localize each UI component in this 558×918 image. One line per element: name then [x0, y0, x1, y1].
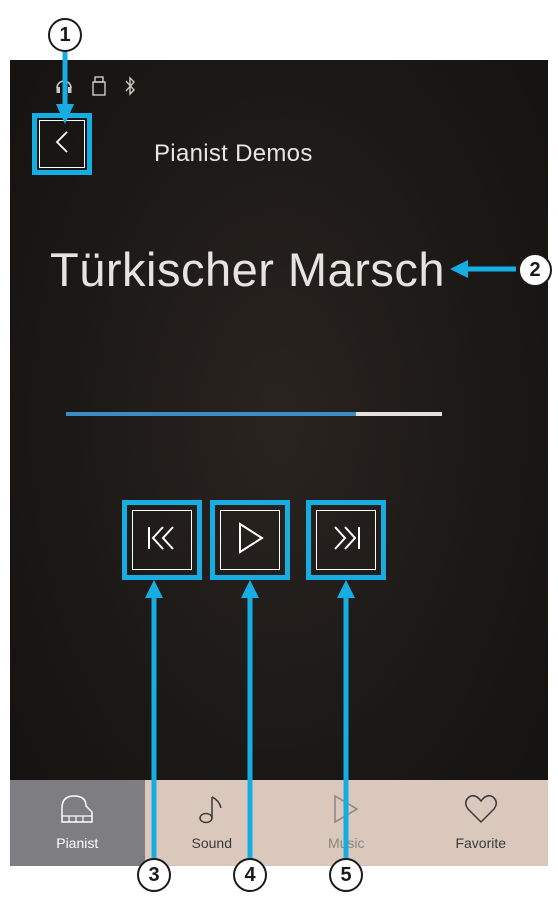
tab-favorite[interactable]: Favorite [414, 780, 549, 866]
headphones-icon [54, 76, 74, 96]
next-button[interactable] [306, 500, 386, 580]
tab-music[interactable]: Music [279, 780, 414, 866]
play-icon [236, 521, 264, 559]
tab-label: Sound [191, 835, 232, 851]
callout-3: 3 [137, 858, 171, 892]
app-screen: Pianist Demos Türkischer Marsch Pianist … [10, 60, 548, 866]
piano-icon [60, 794, 94, 829]
callout-1: 1 [48, 18, 82, 52]
tab-label: Pianist [56, 835, 99, 851]
song-title: Türkischer Marsch [50, 243, 446, 296]
page-title: Pianist Demos [154, 140, 313, 167]
callout-2: 2 [518, 253, 552, 287]
previous-button-frame [132, 510, 192, 570]
next-button-frame [316, 510, 376, 570]
status-bar [54, 76, 136, 96]
previous-button[interactable] [122, 500, 202, 580]
skip-previous-icon [145, 525, 179, 556]
back-button[interactable] [32, 113, 92, 175]
heart-icon [464, 794, 498, 829]
callout-4: 4 [233, 858, 267, 892]
skip-next-icon [329, 525, 363, 556]
tab-label: Favorite [455, 835, 507, 851]
progress-bar[interactable] [66, 412, 442, 416]
play-outline-icon [331, 794, 361, 829]
chevron-left-icon [55, 130, 69, 159]
tab-bar: Pianist Sound Music Favorite [10, 780, 548, 866]
tab-label: Music [327, 835, 365, 851]
play-button[interactable] [210, 500, 290, 580]
bluetooth-icon [124, 76, 136, 96]
usb-icon [92, 76, 106, 96]
callout-5: 5 [329, 858, 363, 892]
tab-pianist[interactable]: Pianist [10, 780, 145, 866]
play-button-frame [220, 510, 280, 570]
tab-sound[interactable]: Sound [145, 780, 280, 866]
music-note-icon [197, 794, 227, 829]
progress-fill [66, 412, 356, 416]
